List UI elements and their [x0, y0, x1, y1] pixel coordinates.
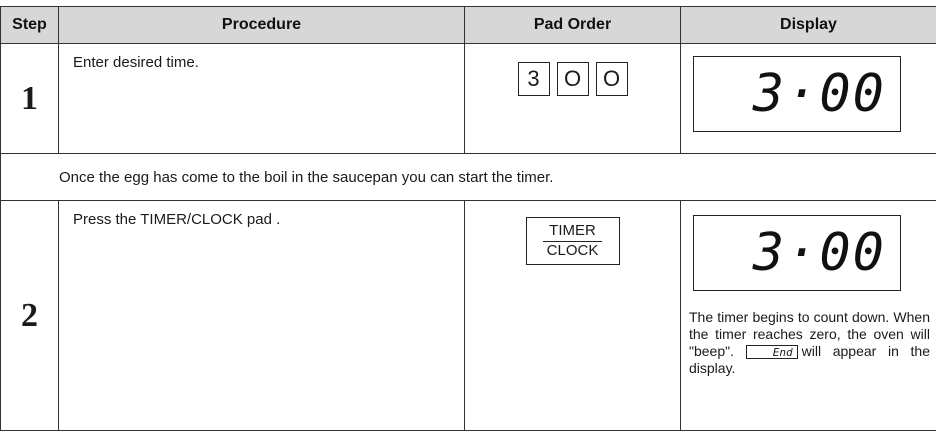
header-step: Step [0, 6, 59, 44]
step-2-row: 2 Press the TIMER/CLOCK pad . TIMER CLOC… [0, 200, 936, 431]
info-text: Once the egg has come to the boil in the… [0, 153, 936, 201]
step-1-number: 1 [0, 43, 59, 154]
keypad-sequence: 3 O O [465, 44, 680, 96]
timer-clock-key[interactable]: TIMER CLOCK [525, 217, 620, 265]
key-0[interactable]: O [556, 62, 589, 96]
info-row: Once the egg has come to the boil in the… [0, 153, 936, 201]
key-3[interactable]: 3 [517, 62, 550, 96]
display-note: The timer begins to count down. When the… [681, 291, 936, 377]
lcd-display: 3·00 [693, 215, 901, 291]
step-1-display-cell: 3·00 [680, 43, 936, 154]
step-2-number: 2 [0, 200, 59, 431]
clipped-text-top [6, 0, 930, 5]
procedure-table: Step Procedure Pad Order Display 1 Enter… [0, 6, 936, 431]
header-display: Display [680, 6, 936, 44]
end-indicator: End [745, 345, 798, 360]
header-row: Step Procedure Pad Order Display [0, 6, 936, 44]
step-1-procedure: Enter desired time. [58, 43, 465, 154]
step-2-pad-order: TIMER CLOCK [464, 200, 681, 431]
step-2-display-cell: 3·00 The timer begins to count down. Whe… [680, 200, 936, 431]
step-2-procedure: Press the TIMER/CLOCK pad . [58, 200, 465, 431]
step-1-pad-order: 3 O O [464, 43, 681, 154]
key-0[interactable]: O [595, 62, 628, 96]
step-1-row: 1 Enter desired time. 3 O O 3·00 [0, 43, 936, 154]
header-procedure: Procedure [58, 6, 465, 44]
header-pad-order: Pad Order [464, 6, 681, 44]
timer-label: TIMER [543, 222, 602, 242]
lcd-display: 3·00 [693, 56, 901, 132]
clock-label: CLOCK [546, 242, 599, 259]
